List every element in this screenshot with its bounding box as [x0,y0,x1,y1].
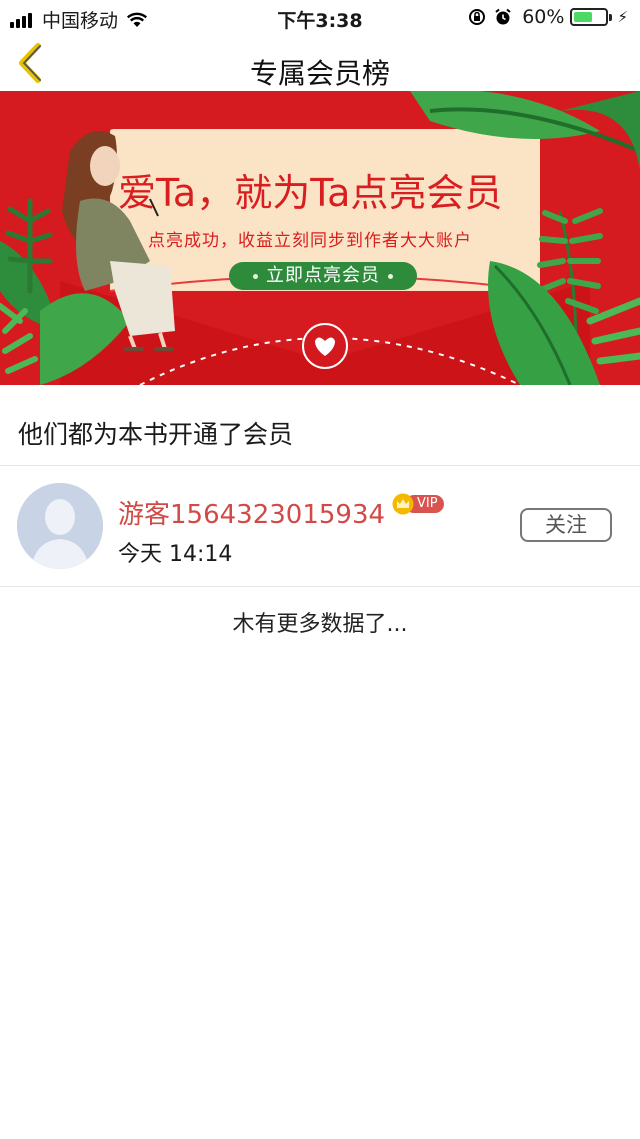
member-time: 今天 14:14 [118,542,233,567]
alarm-icon [495,8,511,25]
cta-dot-right [388,273,393,279]
banner-cta-button[interactable]: 立即点亮会员 [229,262,417,290]
member-row[interactable]: 游客1564323015934 VIP 今天 14:14 关注 [0,466,640,586]
vip-badge: VIP [391,493,444,515]
charging-icon: ⚡ [617,8,628,26]
status-right: 60% ⚡ [460,6,628,28]
divider [0,586,640,587]
member-name[interactable]: 游客1564323015934 [118,494,385,531]
nav-bar: 专属会员榜 [0,36,640,90]
promo-banner[interactable]: 爱Ta，就为Ta点亮会员 点亮成功，收益立刻同步到作者大大账户 立即点亮会员 [0,91,640,385]
rotation-lock-icon [469,9,486,25]
status-bar: 中国移动 下午3:38 60% ⚡ [0,0,640,36]
battery-percent: 60% [522,6,565,28]
battery-icon [570,8,609,26]
follow-button[interactable]: 关注 [520,508,612,542]
crown-icon [392,493,414,515]
section-title: 他们都为本书开通了会员 [18,420,294,449]
default-avatar-icon [17,483,103,569]
cta-dot-left [253,273,258,279]
banner-headline: 爱Ta，就为Ta点亮会员 [118,171,503,215]
battery-cap [609,13,613,21]
page-title: 专属会员榜 [249,57,390,90]
banner-subtitle: 点亮成功，收益立刻同步到作者大大账户 [148,231,472,251]
banner-cta-label: 立即点亮会员 [266,265,380,286]
no-more-data-text: 木有更多数据了... [232,612,408,637]
avatar[interactable] [17,483,103,569]
screen: 中国移动 下午3:38 60% ⚡ 专属会员榜 爱Ta，就为Ta点亮会员 点亮成… [0,0,640,1139]
battery-fill [574,12,593,22]
